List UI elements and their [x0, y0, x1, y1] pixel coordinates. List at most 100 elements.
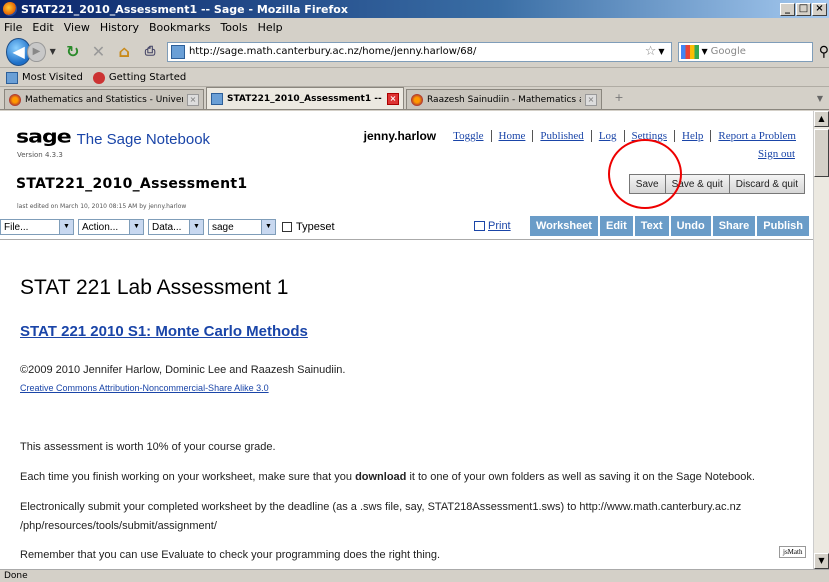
edit-mode-button[interactable]: Edit — [599, 216, 633, 236]
search-input[interactable]: Google — [711, 46, 812, 57]
vertical-scrollbar[interactable]: ▲ ▼ — [813, 111, 829, 569]
search-icon[interactable]: ⚲ — [819, 44, 829, 60]
chevron-down-icon: ▼ — [59, 220, 73, 234]
worksheet-controls: File... ▼ Action... ▼ Data... ▼ sage ▼ T… — [0, 216, 813, 238]
home-link[interactable]: Home — [492, 130, 534, 142]
course-link[interactable]: STAT 221 2010 S1: Monte Carlo Methods — [20, 323, 308, 340]
tab-list-dropdown-icon[interactable]: ▼ — [813, 90, 827, 108]
menu-bar: File Edit View History Bookmarks Tools H… — [0, 18, 829, 36]
navigation-toolbar: ◀ ▶ ▼ ↻ ✕ ⌂ ⎙ http://sage.math.canterbur… — [0, 36, 829, 68]
doc-heading: STAT 221 Lab Assessment 1 — [20, 276, 289, 299]
share-button[interactable]: Share — [712, 216, 756, 236]
reload-icon[interactable]: ↻ — [63, 41, 83, 63]
publish-button[interactable]: Publish — [757, 216, 809, 236]
chevron-down-icon: ▼ — [129, 220, 143, 234]
menu-history[interactable]: History — [100, 21, 139, 34]
file-select[interactable]: File... ▼ — [0, 219, 74, 235]
stop-icon[interactable]: ✕ — [89, 41, 109, 63]
copyright-text: ©2009 2010 Jennifer Harlow, Dominic Lee … — [20, 364, 346, 376]
home-icon[interactable]: ⌂ — [114, 41, 134, 63]
worksheet-title[interactable]: STAT221_2010_Assessment1 — [16, 176, 247, 192]
worksheet-mode-button[interactable]: Worksheet — [529, 216, 598, 236]
typeset-toggle[interactable]: Typeset — [282, 221, 335, 233]
menu-edit[interactable]: Edit — [32, 21, 53, 34]
tab-favicon-icon — [411, 93, 423, 106]
download-instruction: Each time you finish working on your wor… — [20, 471, 755, 483]
last-edited-label: last edited on March 10, 2010 08:15 AM b… — [17, 203, 187, 210]
typeset-label: Typeset — [296, 221, 335, 233]
firefox-icon — [3, 2, 17, 16]
google-icon — [680, 44, 699, 59]
menu-file[interactable]: File — [4, 21, 22, 34]
forward-button[interactable]: ▶ — [27, 41, 46, 62]
menu-tools[interactable]: Tools — [220, 21, 247, 34]
bookmark-getting-started[interactable]: Getting Started — [92, 71, 186, 84]
new-tab-button[interactable]: + — [608, 91, 630, 109]
tab-favicon-icon — [211, 92, 223, 105]
bookmark-star-icon[interactable]: ☆ — [645, 44, 657, 59]
window-titlebar: STAT221_2010_Assessment1 -- Sage - Mozil… — [0, 0, 829, 18]
page-viewport: sage The Sage Notebook Version 4.3.3 jen… — [0, 111, 813, 569]
window-title: STAT221_2010_Assessment1 -- Sage - Mozil… — [21, 2, 348, 16]
tab-close-icon[interactable]: × — [187, 93, 199, 106]
url-bar[interactable]: http://sage.math.canterbury.ac.nz/home/j… — [166, 41, 672, 62]
username: jenny.harlow — [363, 129, 437, 143]
evaluate-reminder: Remember that you can use Evaluate to ch… — [20, 549, 441, 561]
minimize-button[interactable]: _ — [780, 2, 795, 16]
tab-close-icon[interactable]: × — [387, 92, 399, 105]
print-link[interactable]: Print — [474, 220, 511, 232]
help-link[interactable]: Help — [675, 130, 712, 142]
text-mode-button[interactable]: Text — [634, 216, 669, 236]
undo-button[interactable]: Undo — [670, 216, 711, 236]
sage-logo-mark: sage — [16, 127, 72, 148]
maximize-button[interactable]: □ — [796, 2, 811, 16]
search-box[interactable]: ▼ Google — [677, 41, 813, 62]
url-text[interactable]: http://sage.math.canterbury.ac.nz/home/j… — [189, 46, 645, 57]
close-button[interactable]: × — [812, 2, 827, 16]
submit-url-text: /php/resources/tools/submit/assignment/ — [20, 520, 217, 532]
tab-favicon-icon — [9, 93, 21, 106]
user-bar: jenny.harlow Toggle Home Published Log S… — [364, 129, 803, 143]
report-problem-link[interactable]: Report a Problem — [711, 130, 803, 142]
tab-strip: Mathematics and Statistics - University … — [0, 87, 829, 110]
tab-close-icon[interactable]: × — [585, 93, 597, 106]
bookmark-most-visited[interactable]: Most Visited — [6, 71, 83, 84]
notebook-label: The Sage Notebook — [76, 131, 211, 148]
chevron-down-icon: ▼ — [189, 220, 203, 234]
published-link[interactable]: Published — [533, 130, 592, 142]
action-select[interactable]: Action... ▼ — [78, 219, 144, 235]
menu-help[interactable]: Help — [258, 21, 283, 34]
sign-out-link[interactable]: Sign out — [758, 148, 795, 160]
tab-raazesh[interactable]: Raazesh Sainudiin - Mathematics and S...… — [406, 89, 602, 109]
grade-text: This assessment is worth 10% of your cou… — [20, 441, 276, 453]
license-link[interactable]: Creative Commons Attribution-Noncommerci… — [20, 383, 269, 393]
scroll-thumb[interactable] — [814, 129, 829, 177]
tab-mathematics[interactable]: Mathematics and Statistics - University … — [4, 89, 204, 109]
site-favicon-icon — [170, 44, 185, 59]
status-bar: Done — [0, 569, 829, 582]
printer-icon — [474, 221, 485, 231]
bookmarks-toolbar: Most Visited Getting Started — [0, 69, 829, 87]
typeset-checkbox[interactable] — [282, 222, 292, 232]
version-label: Version 4.3.3 — [17, 151, 63, 159]
data-select[interactable]: Data... ▼ — [148, 219, 204, 235]
toggle-link[interactable]: Toggle — [446, 130, 492, 142]
menu-view[interactable]: View — [64, 21, 90, 34]
menu-bookmarks[interactable]: Bookmarks — [149, 21, 210, 34]
tab-stat221[interactable]: STAT221_2010_Assessment1 -- ... × — [206, 87, 404, 109]
sage-logo[interactable]: sage The Sage Notebook — [16, 125, 210, 150]
system-select[interactable]: sage ▼ — [208, 219, 276, 235]
mode-buttons: Worksheet Edit Text Undo Share Publish — [528, 216, 809, 236]
log-link[interactable]: Log — [592, 130, 625, 142]
submit-instruction: Electronically submit your completed wor… — [20, 501, 742, 513]
discard-quit-button[interactable]: Discard & quit — [728, 174, 805, 194]
search-engine-dropdown-icon[interactable]: ▼ — [702, 47, 708, 56]
chevron-down-icon: ▼ — [261, 220, 275, 234]
print-icon[interactable]: ⎙ — [140, 41, 160, 63]
most-visited-icon — [6, 71, 18, 84]
scroll-down-icon[interactable]: ▼ — [814, 553, 829, 569]
url-dropdown-icon[interactable]: ▼ — [658, 47, 664, 56]
history-dropdown-icon[interactable]: ▼ — [50, 47, 56, 56]
jsmath-badge[interactable]: jsMath — [779, 546, 807, 558]
scroll-up-icon[interactable]: ▲ — [814, 111, 829, 127]
